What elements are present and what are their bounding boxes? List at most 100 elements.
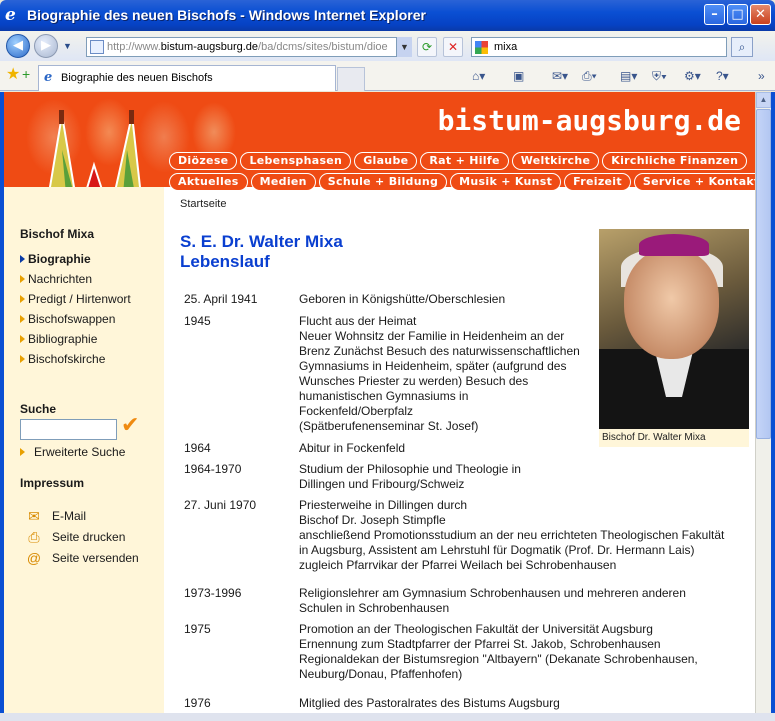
site-title[interactable]: bistum-augsburg.de [438,104,741,137]
url-path: /ba/dcms/sites/bistum/dioe [258,41,388,53]
help-icon[interactable]: ?▾ [716,69,729,83]
bio-date: 27. Juni 1970 [184,498,257,512]
site-search-input[interactable] [20,419,117,440]
bio-date: 1973-1996 [184,586,242,600]
search-input[interactable]: mixa [471,37,727,57]
ie-logo-icon: e [5,5,16,25]
add-favorite-icon[interactable]: + [22,67,30,81]
page-icon [90,40,104,54]
sidebar-item-predigt[interactable]: Predigt / Hirtenwort [20,292,131,306]
window-title: Biographie des neuen Bischofs - Windows … [27,7,426,23]
bio-date: 1964-1970 [184,462,242,476]
feeds-icon[interactable]: ▣ [513,69,524,83]
url-domain: bistum-augsburg.de [160,41,259,53]
window-frame-right [771,92,775,721]
table-row: 1975 Promotion an der Theologischen Fakul… [180,622,724,696]
table-row: 1964-1970 Studium der Philosophie und The… [180,462,724,498]
nav-kirchliche-finanzen[interactable]: Kirchliche Finanzen [602,152,748,170]
address-bar: ◀ ▶ ▼ http://www.bistum-augsburg.de/ba/d… [0,31,775,61]
bio-text: Promotion an der Theologischen Fakultät … [299,622,698,681]
search-button[interactable]: ⌕ [731,37,753,57]
sidebar-section-title: Bischof Mixa [20,227,95,241]
url-prefix: http://www. [107,41,161,53]
site-header: bistum-augsburg.de Diözese Lebensphasen … [4,92,755,206]
breadcrumb[interactable]: Startseite [180,198,226,210]
minimize-button[interactable]: – [704,4,725,25]
sidebar-item-biographie[interactable]: Biographie [20,252,91,266]
tab-bar: ★ + e Biographie des neuen Bischofs ⌂▾ ▣… [0,61,775,91]
search-submit-check-icon[interactable]: ✔ [121,414,139,438]
print-icon[interactable]: ⎙▾ [582,69,597,83]
main-nav-row1: Diözese Lebensphasen Glaube Rat + Hilfe … [169,152,748,170]
nav-schule-bildung[interactable]: Schule + Bildung [318,173,448,191]
close-button[interactable]: ✕ [750,4,771,25]
sidebar: Bischof Mixa Biographie Nachrichten Pred… [4,187,164,721]
page-viewport: bistum-augsburg.de Diözese Lebensphasen … [4,92,755,721]
tool-print-label: Seite drucken [52,530,126,544]
nav-medien[interactable]: Medien [250,173,316,191]
email-icon: ✉ [28,508,40,524]
bio-date: 1945 [184,314,211,328]
nav-freizeit[interactable]: Freizeit [564,173,631,191]
history-dropdown-icon[interactable]: ▼ [63,41,72,51]
bio-text: Studium der Philosophie und Theologie in… [299,462,521,491]
biography-table: 25. April 1941 Geboren in Königshütte/Obe… [180,292,724,716]
url-input[interactable]: http://www.bistum-augsburg.de/ba/dcms/si… [86,37,412,57]
sidebar-item-nachrichten[interactable]: Nachrichten [20,272,92,286]
tab-label: Biographie des neuen Bischofs [61,72,213,84]
favorites-star-icon[interactable]: ★ [6,67,20,83]
nav-service-kontakt[interactable]: Service + Kontakt [633,173,755,191]
page-menu-icon[interactable]: ▤▾ [620,69,637,83]
table-row: 1945 Flucht aus der Heimat Neuer Wohnsitz… [180,314,724,441]
photo-zucchetto [639,234,709,256]
bio-date: 1964 [184,441,211,455]
safety-icon[interactable]: ⛨▾ [652,69,667,83]
nav-musik-kunst[interactable]: Musik + Kunst [450,173,562,191]
sidebar-item-bibliographie[interactable]: Bibliographie [20,332,97,346]
maximize-button[interactable]: □ [727,4,748,25]
scroll-up-icon[interactable]: ▲ [756,92,771,108]
bio-text: Geboren in Königshütte/Oberschlesien [299,292,506,306]
nav-lebensphasen[interactable]: Lebensphasen [240,152,352,170]
search-title: Suche [20,402,57,416]
tool-send-label: Seite versenden [52,551,139,565]
table-row: 1973-1996 Religionslehrer am Gymnasium Sc… [180,586,724,622]
mail-icon[interactable]: ✉▾ [552,69,568,83]
browser-window: e Biographie des neuen Bischofs - Window… [0,0,775,721]
url-dropdown-button[interactable]: ▼ [396,37,412,57]
forward-button[interactable]: ▶ [34,34,58,58]
chevron-more-icon[interactable]: » [758,69,765,83]
search-value: mixa [494,41,518,53]
nav-aktuelles[interactable]: Aktuelles [169,173,248,191]
table-row: 25. April 1941 Geboren in Königshütte/Obe… [180,292,724,314]
advanced-search-link[interactable]: Erweiterte Suche [20,445,125,459]
tools-gear-icon[interactable]: ⚙▾ [684,69,701,83]
sidebar-item-bischofskirche[interactable]: Bischofskirche [20,352,105,366]
ie-page-icon: e [44,70,53,85]
refresh-icon[interactable]: ⟳ [417,37,437,57]
sidebar-item-bischofswappen[interactable]: Bischofswappen [20,312,115,326]
vertical-scrollbar[interactable]: ▲ [755,92,771,721]
bio-date: 1975 [184,622,211,636]
horizontal-scrollbar[interactable] [0,713,775,721]
stop-icon[interactable]: ✕ [443,37,463,57]
nav-glaube[interactable]: Glaube [354,152,418,170]
nav-weltkirche[interactable]: Weltkirche [511,152,600,170]
nav-rat-hilfe[interactable]: Rat + Hilfe [420,152,509,170]
title-bar: e Biographie des neuen Bischofs - Window… [0,0,775,31]
main-nav-row2: Aktuelles Medien Schule + Bildung Musik … [169,173,755,191]
page-title-line1: S. E. Dr. Walter Mixa [180,232,343,251]
back-button[interactable]: ◀ [6,34,30,58]
scrollbar-thumb[interactable] [756,109,771,439]
nav-dioezese[interactable]: Diözese [169,152,238,170]
new-tab-button[interactable] [337,67,365,91]
page-title-line2: Lebenslauf [180,252,270,271]
bio-date: 25. April 1941 [184,292,258,306]
table-row: 27. Juni 1970 Priesterweihe in Dillingen … [180,498,724,586]
bio-text: Abitur in Fockenfeld [299,441,406,455]
tab-active[interactable]: e Biographie des neuen Bischofs [38,65,336,91]
impressum-link[interactable]: Impressum [20,476,84,490]
home-icon[interactable]: ⌂▾ [472,69,485,83]
bio-text: Religionslehrer am Gymnasium Schrobenhau… [299,586,686,615]
tool-email-label: E-Mail [52,509,87,523]
